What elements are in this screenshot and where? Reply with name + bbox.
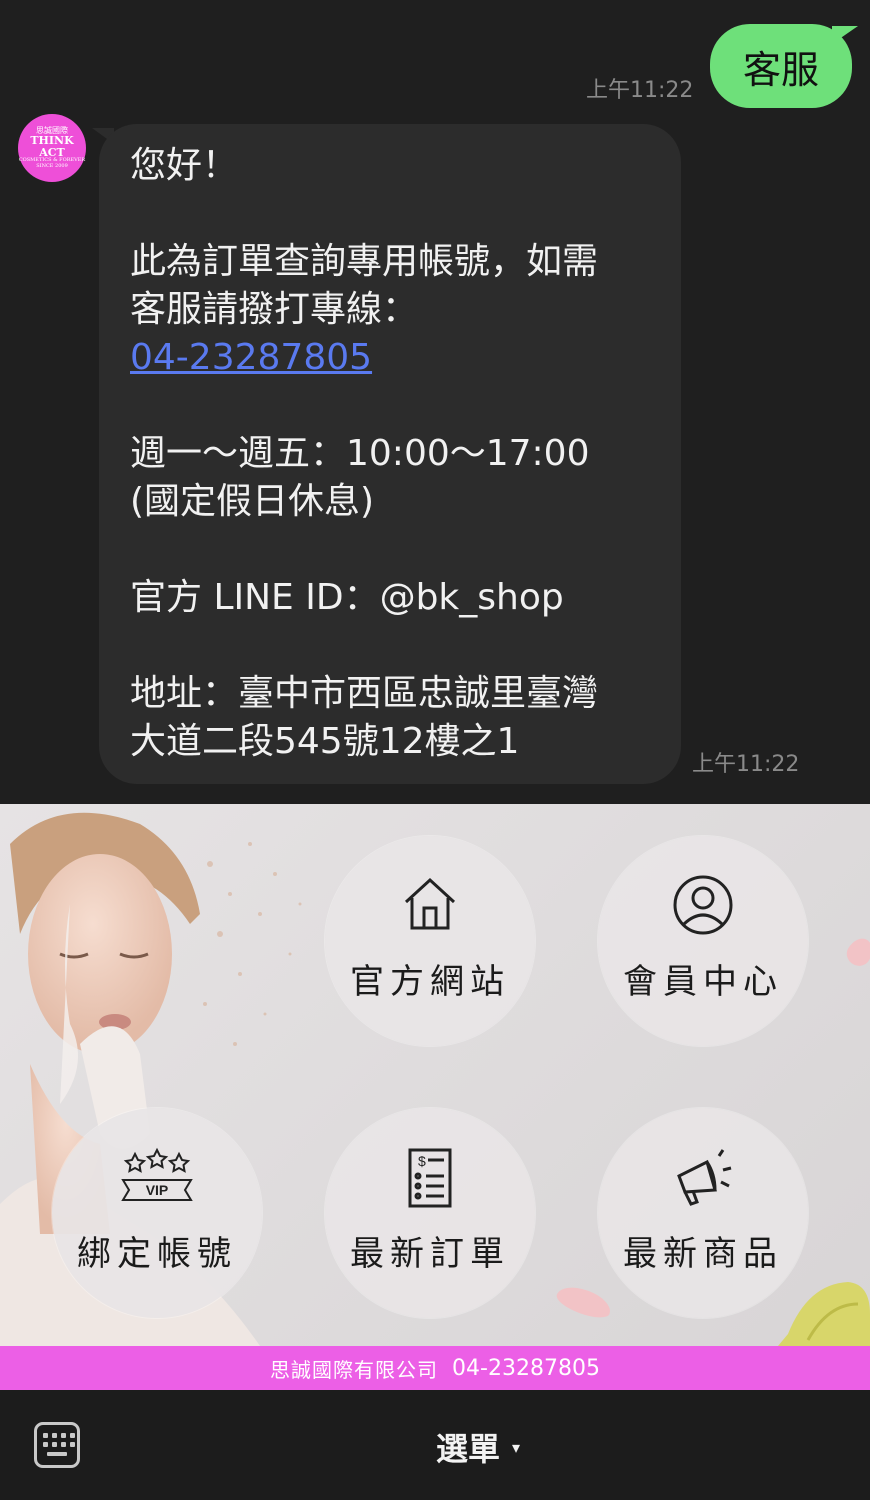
svg-text:VIP: VIP — [146, 1182, 169, 1198]
menu-toggle-button[interactable]: 選單 ▾ — [436, 1424, 520, 1470]
bind-account-button[interactable]: VIP 綁定帳號 — [52, 1108, 262, 1318]
bottom-bar: 選單 ▾ — [0, 1390, 870, 1500]
received-message[interactable]: 您好！ 此為訂單查詢專用帳號，如需 客服請撥打專線： 04-23287805 週… — [99, 124, 681, 784]
official-site-label: 官方網站 — [350, 962, 510, 1002]
rich-menu: 官方網站 會員中心 VIP 綁定帳號 $ 最新訂單 最新商品 — [0, 804, 870, 1346]
company-name: 思誠國際有限公司 — [270, 1357, 439, 1382]
bind-account-label: 綁定帳號 — [77, 1234, 237, 1274]
flower-decoration — [778, 1282, 870, 1346]
latest-products-label: 最新商品 — [623, 1234, 783, 1274]
sent-message[interactable]: 客服 — [710, 24, 852, 108]
message-info-line: 客服請撥打專線： — [130, 289, 419, 330]
menu-toggle-label: 選單 — [436, 1430, 501, 1468]
message-address: 地址：臺中市西區忠誠里臺灣 — [130, 673, 599, 714]
message-line-id: 官方 LINE ID：@bk_shop — [130, 577, 564, 618]
member-center-label: 會員中心 — [623, 962, 783, 1002]
megaphone-icon — [598, 1146, 808, 1210]
message-hours: 週一～週五：10:00～17:00 — [130, 433, 590, 474]
sent-time: 上午11:22 — [586, 78, 694, 103]
receipt-icon: $ — [325, 1146, 535, 1210]
user-icon — [598, 874, 808, 936]
phone-link[interactable]: 04-23287805 — [130, 337, 372, 378]
official-site-button[interactable]: 官方網站 — [325, 836, 535, 1046]
latest-orders-label: 最新訂單 — [350, 1234, 510, 1274]
company-footer-bar: 思誠國際有限公司 04-23287805 — [0, 1346, 870, 1390]
received-time: 上午11:22 — [692, 752, 800, 777]
chat-area: 上午11:22 客服 思誠國際 THINK ACT COSMETICS & FO… — [0, 0, 870, 804]
message-hours-note: (國定假日休息) — [130, 481, 375, 522]
message-address: 大道二段545號12樓之1 — [130, 721, 520, 762]
petal-decoration — [553, 1281, 615, 1323]
member-center-button[interactable]: 會員中心 — [598, 836, 808, 1046]
home-icon — [325, 874, 535, 934]
latest-orders-button[interactable]: $ 最新訂單 — [325, 1108, 535, 1318]
avatar-text-5: SINCE 2009 — [36, 162, 68, 169]
message-info-line: 此為訂單查詢專用帳號，如需 — [130, 241, 599, 282]
vip-icon: VIP — [52, 1146, 262, 1210]
caret-down-icon: ▾ — [512, 1437, 521, 1457]
avatar[interactable]: 思誠國際 THINK ACT COSMETICS & FOREVER SINCE… — [18, 114, 86, 182]
latest-products-button[interactable]: 最新商品 — [598, 1108, 808, 1318]
svg-text:$: $ — [418, 1153, 426, 1169]
message-greeting: 您好！ — [130, 145, 239, 186]
petal-decoration — [842, 933, 870, 971]
keyboard-icon[interactable] — [34, 1422, 80, 1468]
company-phone: 04-23287805 — [452, 1355, 600, 1381]
